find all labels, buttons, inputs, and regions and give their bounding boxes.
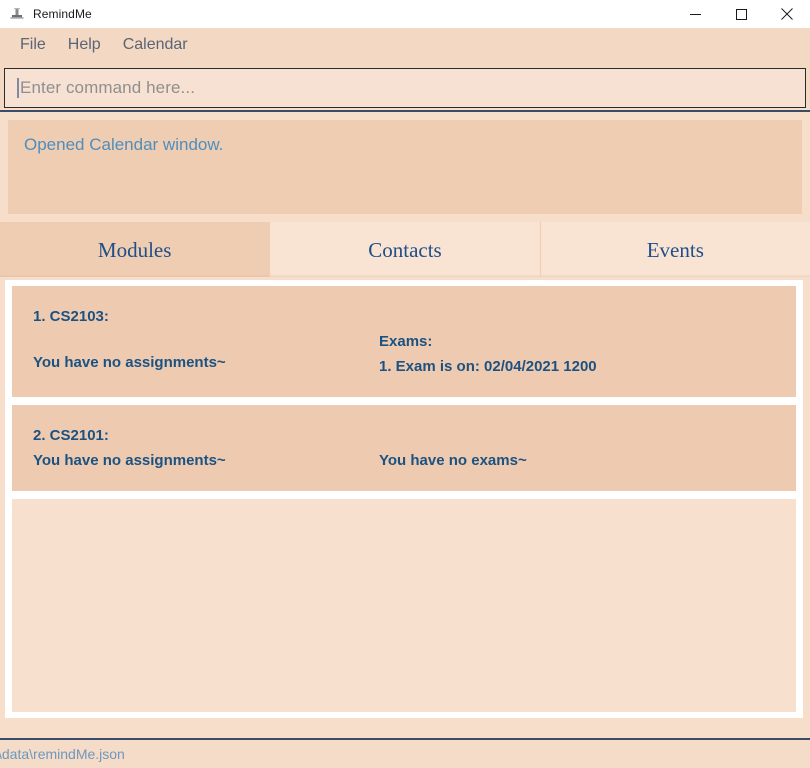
status-file-path: \data\remindMe.json <box>0 746 125 762</box>
command-input[interactable]: Enter command here... <box>4 68 806 108</box>
module-list-empty-area <box>12 499 796 712</box>
title-bar-left: RemindMe <box>0 6 92 22</box>
tab-modules[interactable]: Modules <box>0 222 271 277</box>
module-exams-empty: You have no exams~ <box>379 452 527 469</box>
app-window: RemindMe File Help Calendar Enter comman… <box>0 0 810 768</box>
module-card-right: Exams: 1. Exam is on: 02/04/2021 1200 <box>357 304 796 379</box>
app-icon <box>9 6 25 22</box>
menu-item-calendar[interactable]: Calendar <box>112 33 199 59</box>
module-assignments: You have no assignments~ <box>33 452 226 469</box>
module-exams-header: Exams: <box>379 333 433 350</box>
result-display: Opened Calendar window. <box>8 120 802 214</box>
text-caret <box>17 78 19 98</box>
tab-events[interactable]: Events <box>540 222 810 277</box>
close-button[interactable] <box>764 0 810 28</box>
tab-events-label: Events <box>646 237 704 262</box>
minimize-button[interactable] <box>672 0 718 28</box>
list-item[interactable]: 1. CS2103: You have no assignments~ Exam… <box>12 286 796 397</box>
menu-item-file[interactable]: File <box>9 33 57 59</box>
module-right-spacer <box>379 423 796 448</box>
window-title: RemindMe <box>33 7 92 21</box>
status-spacer <box>0 718 810 738</box>
menu-bar: File Help Calendar <box>0 28 810 64</box>
module-exam-entry: 1. Exam is on: 02/04/2021 1200 <box>379 358 597 375</box>
tab-contacts-label: Contacts <box>368 237 442 262</box>
module-title: 2. CS2101: <box>33 427 109 444</box>
module-assignments: You have no assignments~ <box>33 354 226 371</box>
tab-bar: Modules Contacts Events <box>0 222 810 280</box>
tab-modules-label: Modules <box>97 237 172 262</box>
tab-contacts[interactable]: Contacts <box>270 222 541 277</box>
result-message: Opened Calendar window. <box>24 135 224 154</box>
menu-item-help[interactable]: Help <box>57 33 112 59</box>
status-bar: \data\remindMe.json <box>0 738 810 768</box>
module-list[interactable]: 1. CS2103: You have no assignments~ Exam… <box>5 280 803 718</box>
title-bar: RemindMe <box>0 0 810 28</box>
module-right-spacer <box>379 304 796 329</box>
list-item[interactable]: 2. CS2101: You have no assignments~ You … <box>12 405 796 491</box>
maximize-button[interactable] <box>718 0 764 28</box>
window-controls <box>672 0 810 28</box>
result-area: Opened Calendar window. <box>0 112 810 222</box>
command-placeholder: Enter command here... <box>20 78 196 97</box>
module-card-right: You have no exams~ <box>357 423 796 473</box>
command-area: Enter command here... <box>0 64 810 108</box>
module-card-left: 1. CS2103: You have no assignments~ <box>12 304 357 375</box>
module-title: 1. CS2103: <box>33 308 109 325</box>
module-card-left: 2. CS2101: You have no assignments~ <box>12 423 357 473</box>
